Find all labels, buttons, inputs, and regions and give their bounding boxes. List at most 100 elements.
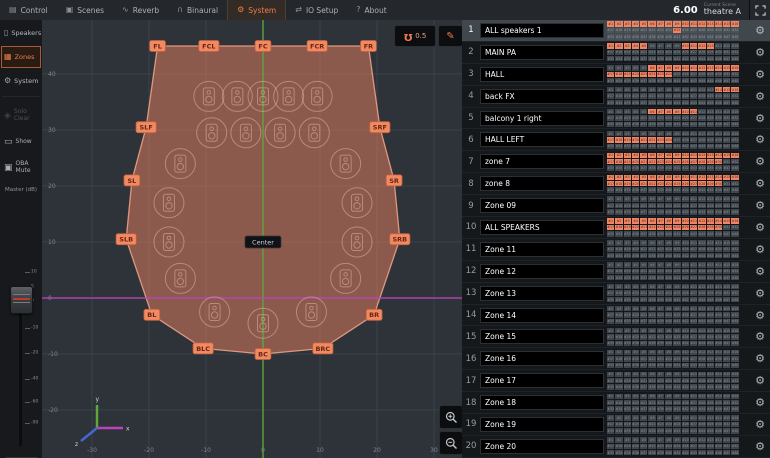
zone-speaker-cell[interactable]: #31 <box>723 378 730 383</box>
zone-speaker-cell[interactable]: #43 <box>690 78 697 83</box>
zone-speaker-cell[interactable]: #5 <box>640 153 647 158</box>
zone-speaker-cell[interactable]: #13 <box>707 394 714 399</box>
zone-speaker-cell[interactable]: #10 <box>682 394 689 399</box>
zone-speaker-cell[interactable]: #14 <box>715 196 722 201</box>
zone-speaker-cell[interactable]: #1 <box>607 437 614 442</box>
zone-speaker-cell[interactable]: #29 <box>707 203 714 208</box>
zone-speaker-cell[interactable]: #22 <box>648 225 655 230</box>
zone-speaker-cell[interactable]: #16 <box>731 240 738 245</box>
speaker-layout-canvas[interactable]: -30-20-100102030403020100-10-20FLFCLFCFC… <box>42 20 463 458</box>
zone-speaker-cell[interactable]: #17 <box>607 290 614 295</box>
zone-speaker-cell[interactable]: #36 <box>632 209 639 214</box>
zone-speaker-cell[interactable]: #37 <box>640 428 647 433</box>
zone-speaker-cell[interactable]: #11 <box>690 131 697 136</box>
zone-speaker-cell[interactable]: #15 <box>723 306 730 311</box>
zone-speaker-cell[interactable]: #14 <box>715 306 722 311</box>
zone-speaker-cell[interactable]: #5 <box>640 196 647 201</box>
speaker-position-label-brc[interactable]: BRC <box>313 343 333 354</box>
zone-speaker-cell[interactable]: #1 <box>607 350 614 355</box>
zone-name-input[interactable] <box>480 351 604 366</box>
zone-speaker-cell[interactable]: #1 <box>607 153 614 158</box>
zone-speaker-cell[interactable]: #9 <box>673 350 680 355</box>
zone-speaker-cell[interactable]: #17 <box>607 28 614 33</box>
zone-speaker-cell[interactable]: #36 <box>632 450 639 455</box>
zone-speaker-cell[interactable]: #17 <box>607 225 614 230</box>
zone-speaker-cell[interactable]: #24 <box>665 181 672 186</box>
zone-row-11[interactable]: 11#1#2#3#4#5#6#7#8#9#10#11#12#13#14#15#1… <box>462 239 770 261</box>
zone-speaker-cell[interactable]: #34 <box>615 450 622 455</box>
zone-speaker-cell[interactable]: #22 <box>648 378 655 383</box>
zone-speaker-cell[interactable]: #1 <box>607 87 614 92</box>
zone-speaker-cell[interactable]: #4 <box>632 131 639 136</box>
zone-speaker-cell[interactable]: #33 <box>607 209 614 214</box>
zone-speaker-cell[interactable]: #36 <box>632 100 639 105</box>
zone-speaker-cell[interactable]: #48 <box>731 297 738 302</box>
zone-speaker-cell[interactable]: #33 <box>607 165 614 170</box>
zone-speaker-cell[interactable]: #47 <box>723 384 730 389</box>
zone-speaker-cell[interactable]: #1 <box>607 262 614 267</box>
zone-speaker-cell[interactable]: #16 <box>731 87 738 92</box>
zone-speaker-cell[interactable]: #6 <box>648 284 655 289</box>
zone-name-input[interactable] <box>480 264 604 279</box>
zone-speaker-cell[interactable]: #18 <box>615 290 622 295</box>
zone-speaker-cell[interactable]: #4 <box>632 350 639 355</box>
zone-speaker-cell[interactable]: #40 <box>665 34 672 39</box>
zone-speaker-cell[interactable]: #10 <box>682 328 689 333</box>
zone-speaker-cell[interactable]: #26 <box>682 400 689 405</box>
zone-settings-gear-icon[interactable]: ⚙ <box>755 222 765 233</box>
zone-speaker-cell[interactable]: #15 <box>723 350 730 355</box>
zone-speaker-cell[interactable]: #7 <box>657 262 664 267</box>
zone-speaker-cell[interactable]: #17 <box>607 115 614 120</box>
zone-speaker-cell[interactable]: #17 <box>607 422 614 427</box>
zone-speaker-cell[interactable]: #11 <box>690 153 697 158</box>
zone-speaker-cell[interactable]: #43 <box>690 122 697 127</box>
zone-speaker-cell[interactable]: #35 <box>624 34 631 39</box>
zone-speaker-cell[interactable]: #43 <box>690 231 697 236</box>
zone-speaker-cell[interactable]: #17 <box>607 203 614 208</box>
zone-speaker-cell[interactable]: #17 <box>607 400 614 405</box>
zone-speaker-cell[interactable]: #42 <box>682 297 689 302</box>
zone-speaker-cell[interactable]: #30 <box>715 422 722 427</box>
zone-speaker-cell[interactable]: #41 <box>673 428 680 433</box>
zone-speaker-cell[interactable]: #5 <box>640 240 647 245</box>
zone-speaker-cell[interactable]: #1 <box>607 196 614 201</box>
zone-speaker-cell[interactable]: #48 <box>731 144 738 149</box>
zone-speaker-cell[interactable]: #29 <box>707 356 714 361</box>
zone-speaker-cell[interactable]: #41 <box>673 363 680 368</box>
zone-speaker-cell[interactable]: #45 <box>707 144 714 149</box>
zone-speaker-cell[interactable]: #28 <box>698 72 705 77</box>
zone-speaker-cell[interactable]: #37 <box>640 275 647 280</box>
zone-speaker-cell[interactable]: #39 <box>657 56 664 61</box>
zone-speaker-cell[interactable]: #28 <box>698 444 705 449</box>
zone-speaker-cell[interactable]: #1 <box>607 218 614 223</box>
zone-speaker-cell[interactable]: #8 <box>665 21 672 26</box>
zone-speaker-cell[interactable]: #11 <box>690 306 697 311</box>
zone-speaker-cell[interactable]: #30 <box>715 269 722 274</box>
zone-speaker-cell[interactable]: #3 <box>624 43 631 48</box>
zone-speaker-cell[interactable]: #47 <box>723 450 730 455</box>
zone-speaker-cell[interactable]: #20 <box>632 290 639 295</box>
zone-speaker-cell[interactable]: #31 <box>723 444 730 449</box>
zone-speaker-cell[interactable]: #35 <box>624 78 631 83</box>
zone-speaker-cell[interactable]: #48 <box>731 253 738 258</box>
zone-speaker-cell[interactable]: #23 <box>657 225 664 230</box>
zone-speaker-cell[interactable]: #38 <box>648 275 655 280</box>
zone-speaker-cell[interactable]: #8 <box>665 394 672 399</box>
zone-speaker-cell[interactable]: #6 <box>648 240 655 245</box>
zone-speaker-cell[interactable]: #35 <box>624 384 631 389</box>
zone-settings-gear-icon[interactable]: ⚙ <box>755 441 765 452</box>
zone-speaker-cell[interactable]: #48 <box>731 122 738 127</box>
zone-speaker-cell[interactable]: #35 <box>624 275 631 280</box>
tab-scenes[interactable]: ▣Scenes <box>57 0 113 20</box>
zone-speaker-cell[interactable]: #39 <box>657 297 664 302</box>
zone-speaker-cell[interactable]: #16 <box>731 306 738 311</box>
zone-speaker-cell[interactable]: #46 <box>715 122 722 127</box>
zone-speaker-cell[interactable]: #22 <box>648 50 655 55</box>
zone-speaker-cell[interactable]: #15 <box>723 175 730 180</box>
zone-speaker-cell[interactable]: #8 <box>665 175 672 180</box>
zone-speaker-cell[interactable]: #20 <box>632 203 639 208</box>
zone-speaker-cell[interactable]: #21 <box>640 269 647 274</box>
zone-settings-gear-icon[interactable]: ⚙ <box>755 69 765 80</box>
zone-speaker-cell[interactable]: #7 <box>657 415 664 420</box>
zone-speaker-cell[interactable]: #1 <box>607 415 614 420</box>
